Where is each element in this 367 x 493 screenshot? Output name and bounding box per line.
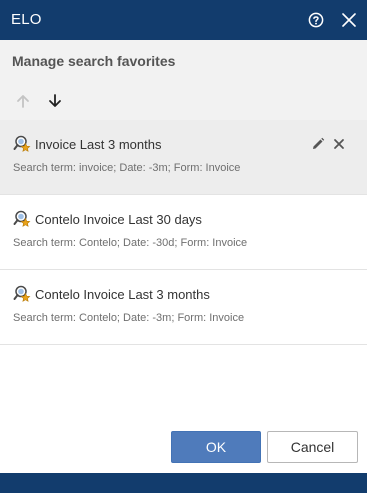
dialog-titlebar: ELO <box>0 0 367 40</box>
list-item[interactable]: Invoice Last 3 months Search term: invoi… <box>0 120 367 195</box>
help-icon[interactable] <box>306 10 326 30</box>
manage-favorites-dialog: ELO Manage search favorites Invoice Last… <box>0 0 367 493</box>
cancel-button[interactable]: Cancel <box>267 431 358 463</box>
list-item[interactable]: Contelo Invoice Last 3 months Search ter… <box>0 270 367 345</box>
dialog-title: ELO <box>11 11 42 28</box>
search-favorite-icon <box>13 135 31 153</box>
favorite-title: Contelo Invoice Last 30 days <box>35 212 202 227</box>
pencil-icon[interactable] <box>311 137 325 151</box>
favorite-description: Search term: Contelo; Date: -30d; Form: … <box>13 237 248 249</box>
dialog-footer-bar <box>0 473 367 493</box>
favorite-title: Invoice Last 3 months <box>35 137 162 152</box>
ok-button[interactable]: OK <box>171 431 261 463</box>
search-favorite-icon <box>13 285 31 303</box>
dialog-header: Manage search favorites <box>0 40 367 120</box>
favorite-title: Contelo Invoice Last 3 months <box>35 287 210 302</box>
remove-icon[interactable] <box>332 137 346 151</box>
list-item[interactable]: Contelo Invoice Last 30 days Search term… <box>0 195 367 270</box>
move-down-icon[interactable] <box>45 91 65 111</box>
favorite-description: Search term: Contelo; Date: -3m; Form: I… <box>13 312 245 324</box>
move-up-icon[interactable] <box>13 91 33 111</box>
favorite-description: Search term: invoice; Date: -3m; Form: I… <box>13 162 241 174</box>
page-title: Manage search favorites <box>12 53 176 69</box>
favorites-list: Invoice Last 3 months Search term: invoi… <box>0 120 367 345</box>
search-favorite-icon <box>13 210 31 228</box>
close-icon[interactable] <box>339 10 359 30</box>
